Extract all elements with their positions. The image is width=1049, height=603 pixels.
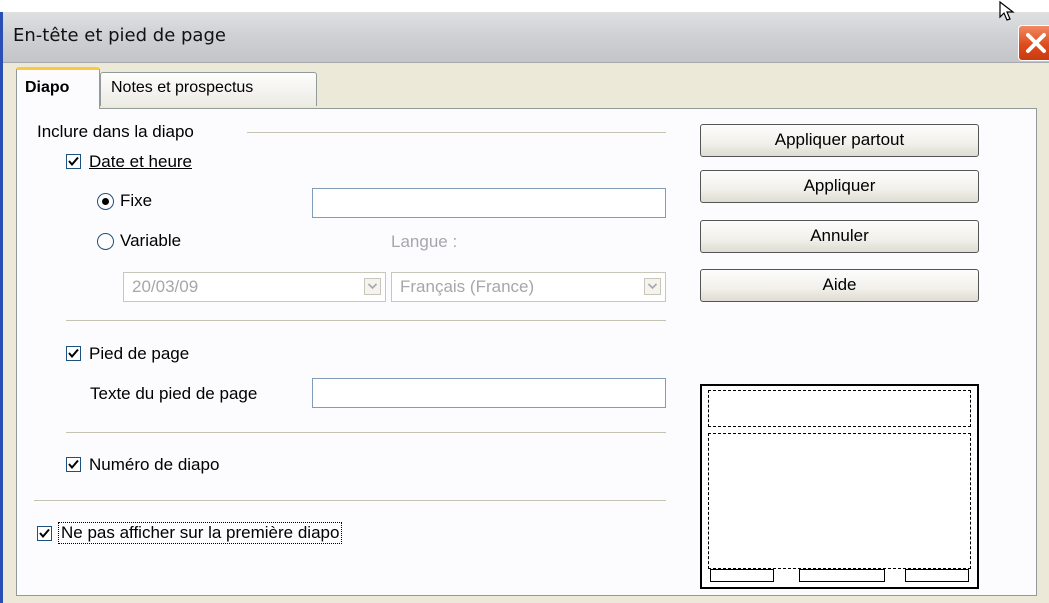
date-format-value: 20/03/09 (132, 277, 199, 296)
apply-button[interactable]: Appliquer (700, 170, 979, 203)
group-separator (247, 132, 666, 133)
preview-date-field (710, 569, 774, 582)
variable-radio[interactable] (97, 233, 114, 250)
not-first-slide-label[interactable]: Ne pas afficher sur la première diapo (58, 522, 343, 544)
separator (66, 432, 666, 433)
preview-content-area (708, 433, 971, 569)
footer-text-input[interactable] (312, 378, 666, 408)
language-value: Français (France) (400, 277, 535, 296)
title-bar[interactable]: En-tête et pied de page (3, 12, 1049, 63)
preview-header-area (708, 390, 971, 427)
slide-number-label[interactable]: Numéro de diapo (89, 455, 219, 475)
not-first-slide-checkbox[interactable] (37, 526, 52, 541)
preview-number-field (905, 569, 969, 582)
close-button[interactable] (1018, 25, 1049, 61)
date-time-checkbox[interactable] (66, 154, 81, 169)
tab-label: Diapo (25, 79, 70, 96)
separator (66, 320, 666, 321)
include-group-label: Inclure dans la diapo (37, 122, 194, 141)
language-select[interactable]: Français (France) (391, 272, 666, 302)
fixed-label[interactable]: Fixe (120, 191, 152, 211)
apply-all-button[interactable]: Appliquer partout (700, 124, 979, 157)
footer-label[interactable]: Pied de page (89, 344, 189, 364)
date-time-label[interactable]: Date et heure (89, 152, 192, 172)
language-label: Langue : (391, 232, 458, 251)
radio-dot-icon (102, 198, 109, 205)
fixed-date-input[interactable] (312, 188, 666, 218)
tab-notes-prospectus[interactable]: Notes et prospectus (100, 72, 317, 106)
dialog-window: En-tête et pied de page Diapo Notes et p… (0, 12, 1049, 603)
cancel-button[interactable]: Annuler (700, 220, 979, 253)
footer-checkbox[interactable] (66, 346, 81, 361)
help-button[interactable]: Aide (700, 269, 979, 302)
tab-diapo[interactable]: Diapo (16, 67, 100, 109)
dropdown-arrow-icon[interactable] (644, 278, 661, 295)
window-title: En-tête et pied de page (13, 25, 226, 46)
tab-label: Notes et prospectus (111, 79, 254, 96)
fixed-radio[interactable] (97, 193, 114, 210)
footer-text-label: Texte du pied de page (90, 384, 258, 403)
layout-preview (700, 384, 979, 589)
date-format-select[interactable]: 20/03/09 (123, 272, 386, 302)
preview-footer-field (799, 569, 885, 582)
slide-number-checkbox[interactable] (66, 457, 81, 472)
variable-label[interactable]: Variable (120, 231, 181, 251)
separator (34, 500, 666, 501)
mouse-cursor-icon (998, 0, 1018, 26)
dropdown-arrow-icon[interactable] (364, 278, 381, 295)
